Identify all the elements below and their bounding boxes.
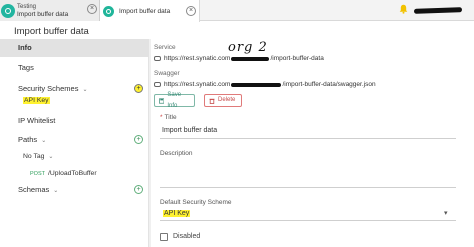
sidebar-item-label: API Key [23,97,50,104]
chevron-down-icon: ⌄ [53,188,59,194]
tab-title: Import buffer data [119,7,171,15]
sidebar-item-ip-whitelist[interactable]: IP Whitelist [0,112,149,130]
sidebar-item-api-key[interactable]: API Key [23,97,50,104]
trash-icon [209,98,215,104]
page-title: Import buffer data [14,26,89,37]
swagger-url-suffix: /import-buffer-data/swagger.json [282,81,376,88]
save-info-button[interactable]: Save Info [154,92,195,109]
app-logo-icon [103,5,114,17]
sidebar-item-label: Info [18,43,32,52]
sidebar-item-tags[interactable]: Tags [0,59,149,77]
sidebar-item-upload-to-buffer[interactable]: POST/UploadToBuffer [30,170,97,177]
chevron-down-icon: ⌄ [48,154,54,160]
link-icon [154,56,161,61]
redacted-text [231,82,282,87]
chevron-down-icon: ⌄ [82,87,88,93]
sidebar-item-label: Schemas [18,185,50,194]
tab-import-buffer-data[interactable]: Import buffer data × [100,0,200,22]
tab-testing[interactable]: Testing Import buffer data × [0,0,100,21]
sidebar-item-label: Security Schemes [18,84,79,93]
service-url-suffix: /import-buffer-data [270,55,324,62]
app-logo-icon [1,3,15,18]
sidebar-item-label: /UploadToBuffer [47,170,97,177]
description-label: Description [160,150,193,157]
title-input[interactable]: Import buffer data [162,127,217,134]
http-method-badge: POST [30,171,45,177]
sidebar-item-schemas[interactable]: Schemas ⌄ + [0,181,149,199]
save-icon [159,97,165,104]
disabled-checkbox[interactable] [160,233,168,241]
service-url[interactable]: https://rest.synatic.com /import-buffer-… [154,55,324,62]
save-info-label: Save Info [167,91,182,109]
chevron-down-icon: ⌄ [41,138,47,144]
redacted-username [413,7,463,14]
add-security-scheme-button[interactable]: + [134,84,143,93]
add-schema-button[interactable]: + [134,185,143,194]
tab-subtitle: Testing [17,3,37,10]
title-label: * Title [160,114,177,121]
close-icon[interactable]: × [186,6,196,16]
tab-title: Import buffer data [17,10,69,18]
security-scheme-value: API Key [163,210,191,217]
swagger-label: Swagger [154,70,180,77]
security-scheme-label: Default Security Scheme [160,199,232,206]
redacted-text [231,56,270,61]
disabled-label: Disabled [173,233,201,240]
swagger-url[interactable]: https://rest.synatic.com /import-buffer-… [154,81,376,88]
sidebar-scrollbar[interactable] [149,39,151,247]
sidebar-item-label: Paths [18,135,38,144]
sidebar: Info Tags Security Schemes ⌄ + API Key IP… [0,39,149,247]
sidebar-item-no-tag[interactable]: No Tag ⌄ [23,153,53,160]
sidebar-item-label: Tags [18,63,34,72]
handwritten-annotation: org 2 [228,40,268,55]
link-icon [154,82,161,87]
security-scheme-underline [160,220,456,221]
title-input-underline [160,138,456,139]
sidebar-item-label: No Tag [23,153,45,160]
sidebar-item-security-schemes[interactable]: Security Schemes ⌄ + [0,80,149,98]
sidebar-item-paths[interactable]: Paths ⌄ + [0,131,149,149]
service-url-prefix: https://rest.synatic.com [164,55,231,62]
sidebar-item-info[interactable]: Info [0,39,149,57]
add-path-button[interactable]: + [134,135,143,144]
delete-button[interactable]: Delete [204,94,242,107]
browser-tab-bar: Testing Import buffer data × Import buff… [0,0,474,22]
delete-label: Delete [218,97,236,103]
description-input-underline[interactable] [160,187,456,188]
close-icon[interactable]: × [87,4,97,14]
security-scheme-select[interactable]: API Key [163,210,191,217]
bell-icon[interactable] [399,4,408,14]
swagger-url-prefix: https://rest.synatic.com [164,81,231,88]
chevron-down-icon[interactable]: ▾ [444,209,448,217]
service-label: Service [154,44,176,51]
sidebar-item-label: IP Whitelist [18,116,56,125]
